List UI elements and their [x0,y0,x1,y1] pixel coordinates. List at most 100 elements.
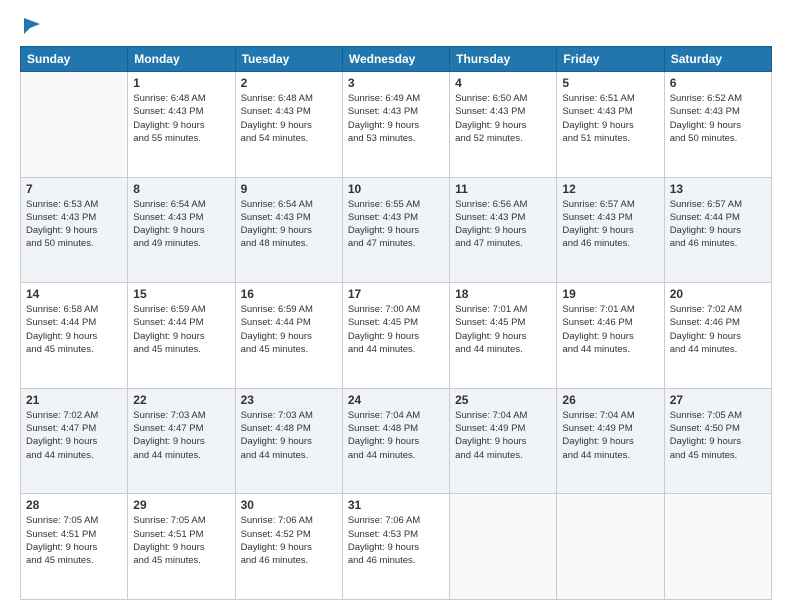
day-info-line: and 46 minutes. [348,555,416,566]
calendar-cell: 2 Sunrise: 6:48 AMSunset: 4:43 PMDaylight… [235,72,342,178]
header [20,16,772,36]
calendar-cell: 29Sunrise: 7:05 AMSunset: 4:51 PMDayligh… [128,494,235,600]
day-info: Sunrise: 7:06 AMSunset: 4:52 PMDaylight:… [241,514,337,567]
calendar-cell: 31Sunrise: 7:06 AMSunset: 4:53 PMDayligh… [342,494,449,600]
day-info-line: Sunrise: 6:48 AM [133,93,205,104]
day-info-line: Sunset: 4:46 PM [670,317,740,328]
day-number: 30 [241,498,337,512]
day-info-line: Sunrise: 6:51 AM [562,93,634,104]
day-info-line: and 46 minutes. [562,238,630,249]
day-info-line: Sunrise: 7:02 AM [26,410,98,421]
day-info-line: Sunrise: 6:54 AM [241,199,313,210]
day-info: Sunrise: 6:53 AMSunset: 4:43 PMDaylight:… [26,198,122,251]
day-info-line: Daylight: 9 hours [26,436,97,447]
day-info-line: Sunset: 4:44 PM [241,317,311,328]
day-info-line: Daylight: 9 hours [562,331,633,342]
day-info-line: Sunset: 4:47 PM [26,423,96,434]
day-info: Sunrise: 7:05 AMSunset: 4:51 PMDaylight:… [26,514,122,567]
day-info-line: Daylight: 9 hours [348,120,419,131]
day-info-line: Sunrise: 7:04 AM [562,410,634,421]
day-info: Sunrise: 7:00 AMSunset: 4:45 PMDaylight:… [348,303,444,356]
day-info-line: Sunset: 4:43 PM [455,212,525,223]
day-info-line: and 52 minutes. [455,133,523,144]
calendar-cell: 23Sunrise: 7:03 AMSunset: 4:48 PMDayligh… [235,388,342,494]
day-info: Sunrise: 7:02 AM Sunset: 4:47 PM Daylight:… [26,409,122,462]
calendar-week-5: 28Sunrise: 7:05 AMSunset: 4:51 PMDayligh… [21,494,772,600]
day-info: Sunrise: 6:49 AMSunset: 4:43 PMDaylight:… [348,92,444,145]
day-info-line: Sunrise: 7:03 AM [241,410,313,421]
calendar-cell: 3Sunrise: 6:49 AMSunset: 4:43 PMDaylight… [342,72,449,178]
day-info-line: Sunset: 4:43 PM [26,212,96,223]
day-info-line: Sunrise: 7:06 AM [241,515,313,526]
calendar-cell: 16Sunrise: 6:59 AMSunset: 4:44 PMDayligh… [235,283,342,389]
day-info-line: Sunset: 4:44 PM [26,317,96,328]
day-number: 6 [670,76,766,90]
calendar-cell: 8Sunrise: 6:54 AMSunset: 4:43 PMDaylight… [128,177,235,283]
day-info-line: Sunrise: 6:55 AM [348,199,420,210]
day-info-line: Daylight: 9 hours [133,120,204,131]
day-info-line: Sunrise: 7:04 AM [348,410,420,421]
day-info: Sunrise: 6:50 AMSunset: 4:43 PMDaylight:… [455,92,551,145]
day-info-line: and 47 minutes. [348,238,416,249]
day-info-line: Sunrise: 7:05 AM [26,515,98,526]
day-info-line: Sunset: 4:51 PM [133,529,203,540]
calendar-cell: 7 Sunrise: 6:53 AMSunset: 4:43 PMDaylight… [21,177,128,283]
day-number: 1 [133,76,229,90]
calendar-week-2: 7 Sunrise: 6:53 AMSunset: 4:43 PMDaylight… [21,177,772,283]
calendar-cell: 17 Sunrise: 7:00 AMSunset: 4:45 PMDayligh… [342,283,449,389]
day-info-line: Sunrise: 7:03 AM [133,410,205,421]
day-info-line: Daylight: 9 hours [26,331,97,342]
day-number: 2 [241,76,337,90]
day-info: Sunrise: 6:48 AMSunset: 4:43 PMDaylight:… [241,92,337,145]
day-info-line: Sunset: 4:51 PM [26,529,96,540]
day-info-line: Sunset: 4:52 PM [241,529,311,540]
day-number: 7 [26,182,122,196]
day-info: Sunrise: 7:03 AMSunset: 4:48 PMDaylight:… [241,409,337,462]
day-info-line: Daylight: 9 hours [348,225,419,236]
day-number: 17 [348,287,444,301]
day-number: 19 [562,287,658,301]
day-info-line: Sunrise: 7:01 AM [562,304,634,315]
day-info-line: Daylight: 9 hours [133,436,204,447]
day-number: 16 [241,287,337,301]
day-info-line: Sunset: 4:49 PM [562,423,632,434]
day-info-line: and 45 minutes. [670,450,738,461]
calendar-cell: 13Sunrise: 6:57 AMSunset: 4:44 PMDayligh… [664,177,771,283]
calendar-table: SundayMondayTuesdayWednesdayThursdayFrid… [20,46,772,600]
day-info: Sunrise: 7:03 AMSunset: 4:47 PMDaylight:… [133,409,229,462]
day-info-line: Daylight: 9 hours [670,225,741,236]
day-info-line: and 50 minutes. [670,133,738,144]
calendar-cell: 15Sunrise: 6:59 AMSunset: 4:44 PMDayligh… [128,283,235,389]
day-number: 24 [348,393,444,407]
calendar-cell: 5Sunrise: 6:51 AMSunset: 4:43 PMDaylight… [557,72,664,178]
day-info: Sunrise: 7:01 AMSunset: 4:46 PMDaylight:… [562,303,658,356]
day-info-line: Sunset: 4:53 PM [348,529,418,540]
day-info: Sunrise: 6:57 AMSunset: 4:43 PMDaylight:… [562,198,658,251]
day-info-line: and 48 minutes. [241,238,309,249]
calendar-cell [664,494,771,600]
day-info: Sunrise: 6:55 AMSunset: 4:43 PMDaylight:… [348,198,444,251]
day-info-line: Daylight: 9 hours [348,542,419,553]
day-info-line: Daylight: 9 hours [133,225,204,236]
calendar-cell: 30Sunrise: 7:06 AMSunset: 4:52 PMDayligh… [235,494,342,600]
day-info: Sunrise: 6:57 AMSunset: 4:44 PMDaylight:… [670,198,766,251]
day-info-line: Daylight: 9 hours [241,120,312,131]
day-info-line: Daylight: 9 hours [348,331,419,342]
day-info-line: Sunset: 4:43 PM [670,106,740,117]
day-info-line: Daylight: 9 hours [241,331,312,342]
logo-flag-icon [22,16,42,36]
day-info-line: Sunrise: 6:57 AM [670,199,742,210]
day-info: Sunrise: 7:05 AMSunset: 4:50 PMDaylight:… [670,409,766,462]
day-info-line: Daylight: 9 hours [455,225,526,236]
day-info-line: Sunrise: 7:00 AM [348,304,420,315]
day-number: 11 [455,182,551,196]
day-info-line: and 44 minutes. [241,450,309,461]
day-info: Sunrise: 6:48 AMSunset: 4:43 PMDaylight:… [133,92,229,145]
day-info: Sunrise: 6:54 AMSunset: 4:43 PMDaylight:… [133,198,229,251]
day-number: 9 [241,182,337,196]
calendar-cell: 25Sunrise: 7:04 AMSunset: 4:49 PMDayligh… [450,388,557,494]
day-info-line: Sunset: 4:48 PM [348,423,418,434]
header-wednesday: Wednesday [342,47,449,72]
day-info-line: Sunset: 4:44 PM [133,317,203,328]
calendar-cell: 21Sunrise: 7:02 AMSunset: 4:47 PMDayligh… [21,388,128,494]
